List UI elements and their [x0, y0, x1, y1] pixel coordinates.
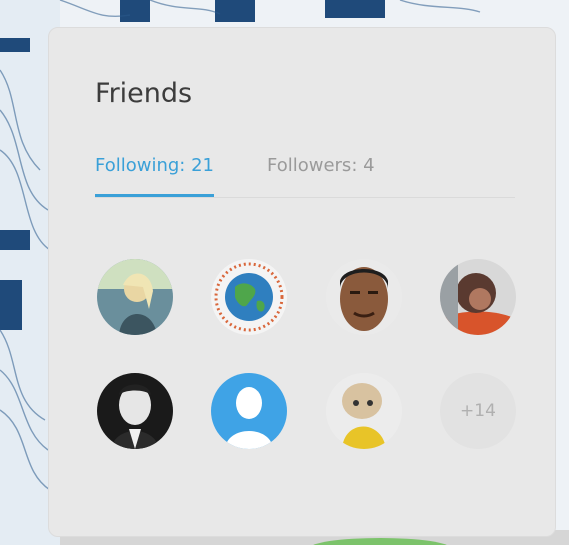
friend-avatar[interactable] — [97, 259, 173, 335]
friend-avatar[interactable] — [211, 259, 287, 335]
globe-icon — [211, 259, 287, 335]
person-photo-icon — [97, 373, 173, 449]
friend-avatar[interactable] — [97, 373, 173, 449]
friend-avatar[interactable] — [326, 373, 402, 449]
tab-following[interactable]: Following: 21 — [95, 153, 214, 197]
more-friends-badge[interactable]: +14 — [440, 373, 516, 449]
person-photo-icon — [97, 259, 173, 335]
person-photo-icon — [440, 259, 516, 335]
tab-followers[interactable]: Followers: 4 — [267, 153, 375, 197]
friend-avatar[interactable] — [326, 259, 402, 335]
friend-avatar[interactable] — [211, 373, 287, 449]
friends-card: Friends Following: 21 Followers: 4 +14 — [48, 27, 556, 537]
cartoon-avatar-icon — [326, 373, 402, 449]
card-title: Friends — [95, 78, 193, 109]
friend-avatar[interactable] — [440, 259, 516, 335]
friends-tabs: Following: 21 Followers: 4 — [95, 153, 515, 198]
default-user-icon — [211, 373, 287, 449]
person-photo-icon — [326, 259, 402, 335]
